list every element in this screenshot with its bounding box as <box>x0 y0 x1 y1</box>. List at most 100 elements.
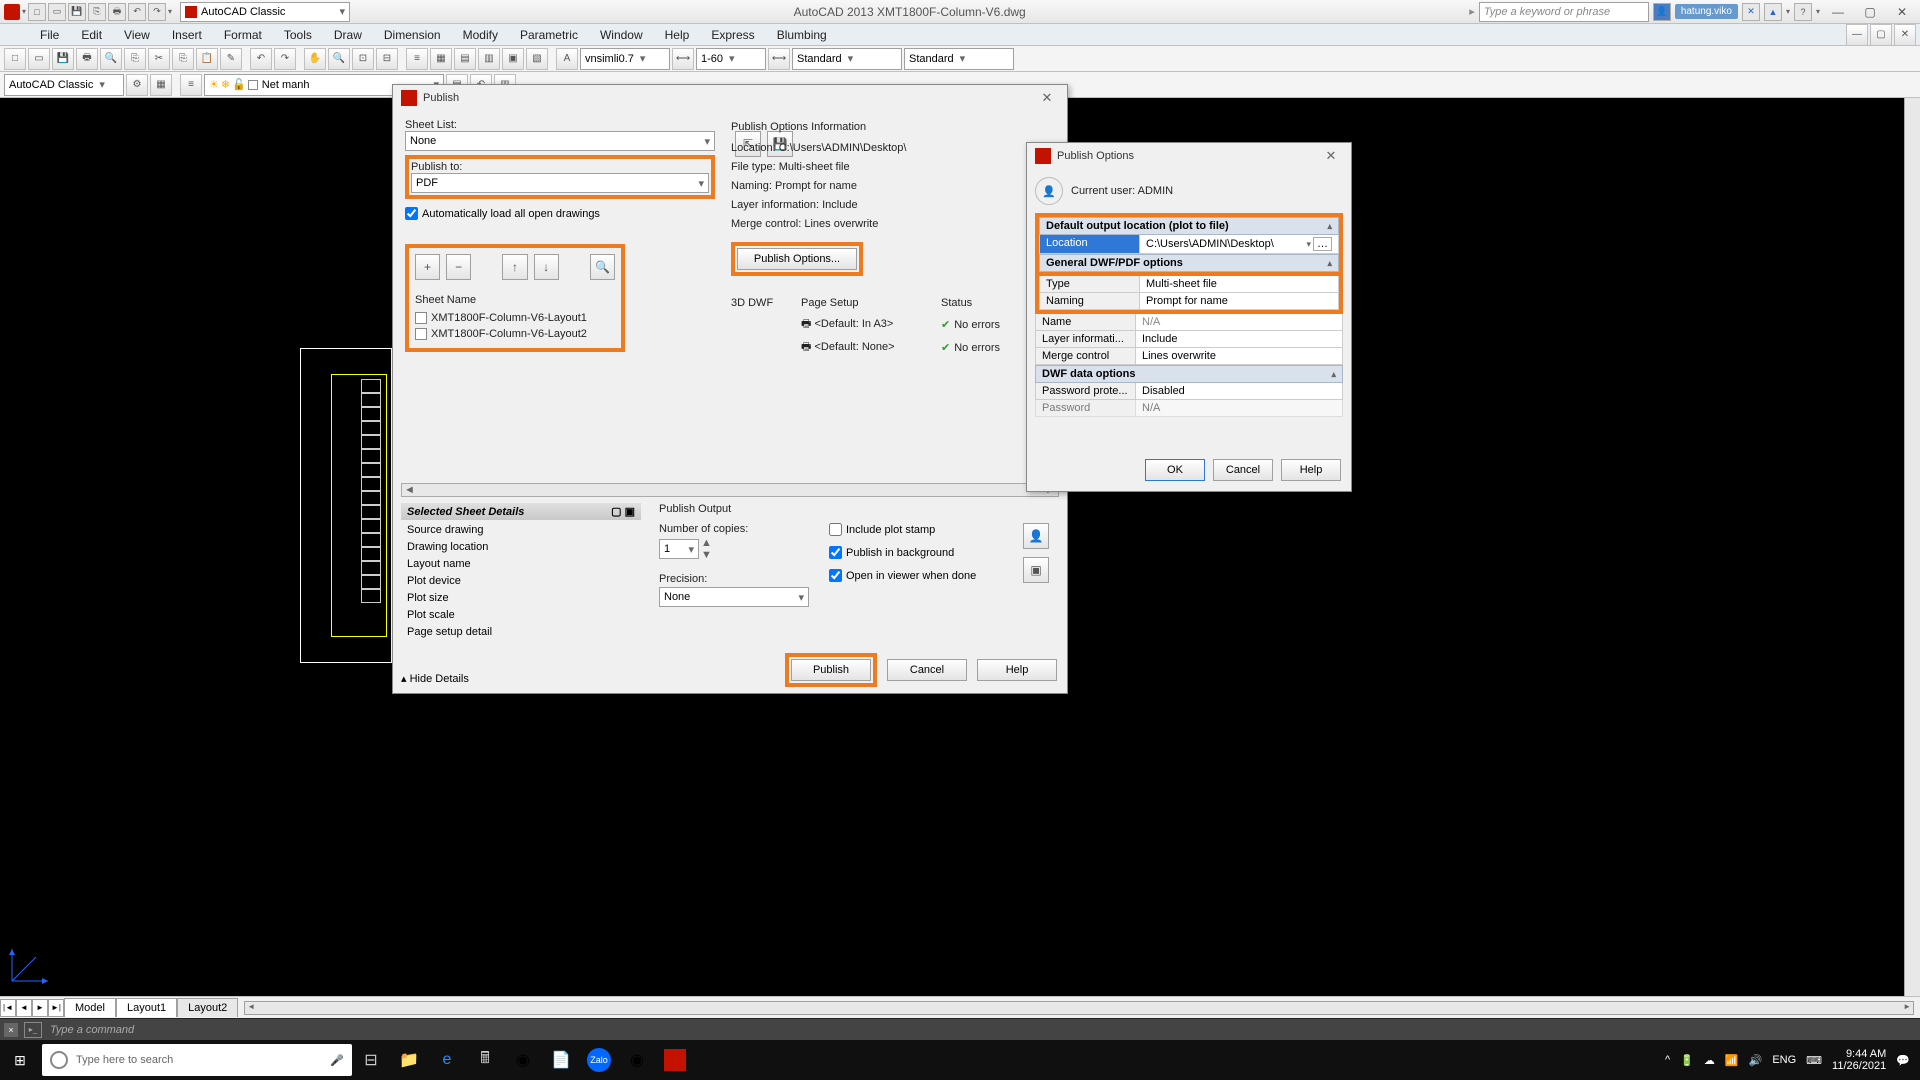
tray-lang[interactable]: ENG <box>1772 1054 1796 1066</box>
tool-text-icon[interactable]: A <box>556 48 578 70</box>
doc-max-icon[interactable]: ▢ <box>1870 24 1892 46</box>
tool-preview-icon[interactable]: 🔍 <box>100 48 122 70</box>
qat-saveas-icon[interactable]: ⎘ <box>88 3 106 21</box>
copies-down-icon[interactable]: ▼ <box>701 549 712 561</box>
sheet-hscroll[interactable]: ◄► <box>401 483 1059 497</box>
user-badge[interactable]: hatung.viko <box>1675 4 1738 19</box>
cloud-icon[interactable]: ▲ <box>1764 3 1782 21</box>
popts-sec-output[interactable]: Default output location (plot to file) <box>1039 217 1339 235</box>
calc-icon[interactable]: 🖩 <box>466 1040 504 1080</box>
tray-notif-icon[interactable]: 💬 <box>1896 1054 1910 1067</box>
edge-icon[interactable]: e <box>428 1040 466 1080</box>
chrome-icon[interactable]: ◉ <box>504 1040 542 1080</box>
popts-sec-dwfpdf[interactable]: General DWF/PDF options <box>1039 254 1339 272</box>
qat-plot-icon[interactable]: 🖶 <box>108 3 126 21</box>
hscrollbar[interactable] <box>244 1001 1914 1015</box>
dimstyle-dropdown[interactable]: Standard <box>792 48 902 70</box>
popts-name-row[interactable]: NameN/A <box>1035 314 1343 331</box>
menu-file[interactable]: File <box>30 25 69 45</box>
autoload-checkbox[interactable]: Automatically load all open drawings <box>405 207 715 220</box>
qat-redo-icon[interactable]: ↷ <box>148 3 166 21</box>
tab-layout1[interactable]: Layout1 <box>116 998 177 1017</box>
tool-plot-icon[interactable]: 🖶 <box>76 48 98 70</box>
tool-match-icon[interactable]: ✎ <box>220 48 242 70</box>
tab-layout2[interactable]: Layout2 <box>177 998 238 1017</box>
tab-last-icon[interactable]: ►| <box>48 999 64 1017</box>
publish-options-button[interactable]: Publish Options... <box>737 248 857 270</box>
popts-browse-icon[interactable]: … <box>1313 237 1332 251</box>
tray-chevron-icon[interactable]: ^ <box>1665 1054 1670 1066</box>
add-sheet-icon[interactable]: + <box>415 254 440 280</box>
tool-new-icon[interactable]: □ <box>4 48 26 70</box>
signin-icon[interactable]: 👤 <box>1653 3 1671 21</box>
menu-express[interactable]: Express <box>701 25 764 45</box>
tool-paste-icon[interactable]: 📋 <box>196 48 218 70</box>
popts-ok-button[interactable]: OK <box>1145 459 1205 481</box>
copies-input[interactable]: 1 <box>659 539 699 559</box>
publish-close-button[interactable]: ✕ <box>1035 90 1059 106</box>
menu-window[interactable]: Window <box>590 25 653 45</box>
tool-zoomw-icon[interactable]: ⊡ <box>352 48 374 70</box>
publishto-dropdown[interactable]: PDF <box>411 173 709 193</box>
sheet-row[interactable]: XMT1800F-Column-V6-Layout2 <box>415 326 615 342</box>
menu-insert[interactable]: Insert <box>162 25 212 45</box>
popts-location-row[interactable]: Location C:\Users\ADMIN\Desktop\▾… <box>1039 235 1339 254</box>
workspace-dropdown[interactable]: AutoCAD Classic <box>4 74 124 96</box>
tool-prop-icon[interactable]: ≡ <box>406 48 428 70</box>
qat-save-icon[interactable]: 💾 <box>68 3 86 21</box>
minimize-button[interactable]: — <box>1824 2 1852 22</box>
chrome2-icon[interactable]: ◉ <box>618 1040 656 1080</box>
exchange-icon[interactable]: ✕ <box>1742 3 1760 21</box>
textstyle-dropdown[interactable]: vnsimli0.7 <box>580 48 670 70</box>
tool-ssm-icon[interactable]: ▥ <box>478 48 500 70</box>
popts-merge-row[interactable]: Merge controlLines overwrite <box>1035 348 1343 365</box>
sheetlist-dropdown[interactable]: None <box>405 131 715 151</box>
windows-search-input[interactable]: Type here to search🎤 <box>42 1044 352 1076</box>
stamp-checkbox[interactable]: Include plot stamp <box>829 523 1023 536</box>
tool-pan-icon[interactable]: ✋ <box>304 48 326 70</box>
copies-up-icon[interactable]: ▲ <box>701 537 712 549</box>
bg-checkbox[interactable]: Publish in background <box>829 546 1023 559</box>
movedown-sheet-icon[interactable]: ↓ <box>534 254 559 280</box>
popts-type-row[interactable]: TypeMulti-sheet file <box>1039 276 1339 293</box>
taskview-icon[interactable]: ⊟ <box>352 1040 390 1080</box>
sheet-row[interactable]: XMT1800F-Column-V6-Layout1 <box>415 310 615 326</box>
notepad-icon[interactable]: 📄 <box>542 1040 580 1080</box>
tray-battery-icon[interactable]: 🔋 <box>1680 1054 1694 1067</box>
preview-sheet-icon[interactable]: 🔍 <box>590 254 615 280</box>
bg-settings-icon[interactable]: ▣ <box>1023 557 1049 583</box>
menu-help[interactable]: Help <box>655 25 700 45</box>
annoscale-dropdown[interactable]: 1-60 <box>696 48 766 70</box>
tablestyle-dropdown[interactable]: Standard <box>904 48 1014 70</box>
publish-cancel-button[interactable]: Cancel <box>887 659 967 681</box>
popts-pwprot-row[interactable]: Password prote...Disabled <box>1035 383 1343 400</box>
tool-publish-icon[interactable]: ⎘ <box>124 48 146 70</box>
qat-undo-icon[interactable]: ↶ <box>128 3 146 21</box>
autocad-task-icon[interactable] <box>656 1040 694 1080</box>
publish-help-button[interactable]: Help <box>977 659 1057 681</box>
tray-ime-icon[interactable]: ⌨ <box>1806 1054 1822 1067</box>
popts-close-button[interactable]: ✕ <box>1319 148 1343 164</box>
tool-dc-icon[interactable]: ▦ <box>430 48 452 70</box>
popts-sec-dwfdata[interactable]: DWF data options <box>1035 365 1343 383</box>
tab-prev-icon[interactable]: ◄ <box>16 999 32 1017</box>
tool-dim-icon[interactable]: ⟷ <box>672 48 694 70</box>
qat-open-icon[interactable]: ▭ <box>48 3 66 21</box>
remove-sheet-icon[interactable]: − <box>446 254 471 280</box>
cmdline-close-icon[interactable]: × <box>4 1023 18 1037</box>
zalo-icon[interactable]: Zalo <box>580 1040 618 1080</box>
menu-blumbing[interactable]: Blumbing <box>767 25 837 45</box>
ws-settings-icon[interactable]: ⚙ <box>126 74 148 96</box>
precision-dropdown[interactable]: None <box>659 587 809 607</box>
start-button[interactable]: ⊞ <box>0 1040 40 1080</box>
menu-draw[interactable]: Draw <box>324 25 372 45</box>
tray-onedrive-icon[interactable]: ☁ <box>1704 1054 1715 1067</box>
popts-cancel-button[interactable]: Cancel <box>1213 459 1273 481</box>
tool-redo-icon[interactable]: ↷ <box>274 48 296 70</box>
tab-first-icon[interactable]: |◄ <box>0 999 16 1017</box>
tool-cut-icon[interactable]: ✂ <box>148 48 170 70</box>
doc-min-icon[interactable]: — <box>1846 24 1868 46</box>
tray-wifi-icon[interactable]: 📶 <box>1725 1054 1739 1067</box>
details-expand-icon[interactable]: ▢ ▣ <box>611 505 635 518</box>
tool-dims-icon[interactable]: ⟷ <box>768 48 790 70</box>
